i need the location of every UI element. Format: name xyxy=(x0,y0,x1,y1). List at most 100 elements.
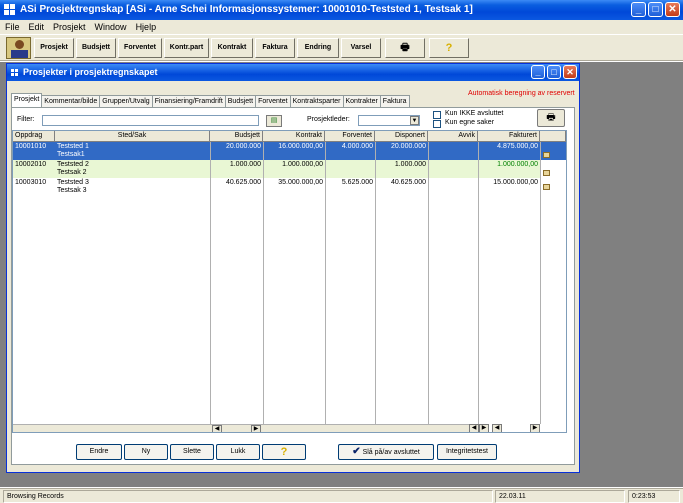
cell-disponert: 20.000.000 xyxy=(390,143,426,150)
printer-icon: 🖶 xyxy=(400,42,410,53)
slette-button[interactable]: Slette xyxy=(170,444,214,460)
col-forventet[interactable]: Forventet xyxy=(325,131,375,142)
app-logo-icon xyxy=(6,37,31,59)
cell-avvik xyxy=(428,160,478,178)
panel-print-button[interactable]: 🖶 xyxy=(537,109,565,127)
child-minimize-button[interactable]: _ xyxy=(531,65,545,79)
col-budsjett[interactable]: Budsjett xyxy=(210,131,263,142)
tab-grupper[interactable]: Grupper/Utvalg xyxy=(99,95,153,107)
cell-disponert: 40.625.000 xyxy=(390,179,426,186)
scroll-right-icon[interactable]: ▶ xyxy=(479,424,489,432)
lukk-button[interactable]: Lukk xyxy=(216,444,260,460)
app-grid-icon xyxy=(4,4,16,16)
cell-fakturert: 1.000.000,00 xyxy=(497,161,538,168)
table-row[interactable]: 10003010 Teststed 3 Testsak 3 40.625.000 … xyxy=(13,178,566,196)
maximize-button[interactable]: □ xyxy=(648,2,663,17)
filter-apply-button[interactable]: ▤ xyxy=(266,115,282,127)
cell-note xyxy=(540,178,566,196)
chk-own-cases-label: Kun egne saker xyxy=(445,119,495,126)
projectleader-select[interactable]: ▼ xyxy=(358,115,420,126)
col-fakturert[interactable]: Fakturert xyxy=(478,131,540,142)
table-row[interactable]: 10002010 Teststed 2 Testsak 2 1.000.000 1… xyxy=(13,160,566,178)
menu-prosjekt[interactable]: Prosjekt xyxy=(53,22,86,32)
endre-button[interactable]: Endre xyxy=(76,444,122,460)
note-icon[interactable] xyxy=(543,152,550,158)
col-sted-sak[interactable]: Sted/Sak xyxy=(55,131,210,142)
scroll-left-icon[interactable]: ◀ xyxy=(469,424,479,432)
projectleader-label: Prosjektleder: xyxy=(307,116,350,123)
col-oppdrag[interactable]: Oppdrag xyxy=(13,131,55,142)
grid-header: Oppdrag Sted/Sak Budsjett Kontrakt Forve… xyxy=(13,131,566,142)
toolbar-kontrakt-button[interactable]: Kontrakt xyxy=(211,38,253,58)
tab-kontrakter[interactable]: Kontrakter xyxy=(342,95,381,107)
status-bar: Browsing Records 22.03.11 0:23:53 xyxy=(0,488,683,503)
toolbar-kontrpart-button[interactable]: Kontr.part xyxy=(164,38,209,58)
col-disponert[interactable]: Disponert xyxy=(375,131,428,142)
menu-window[interactable]: Window xyxy=(95,22,127,32)
filter-input[interactable] xyxy=(42,115,259,126)
col-note xyxy=(540,131,566,142)
tab-faktura[interactable]: Faktura xyxy=(379,95,410,107)
grid-divider xyxy=(210,142,211,424)
menu-hjelp[interactable]: Hjelp xyxy=(136,22,157,32)
close-icon: ✕ xyxy=(668,3,677,15)
note-icon[interactable] xyxy=(543,170,550,176)
scroll-left-icon[interactable]: ◀ xyxy=(212,425,222,432)
printer-icon: 🖶 xyxy=(546,112,556,123)
scroll-left-icon[interactable]: ◀ xyxy=(492,424,502,432)
app-title-bar[interactable]: ASi Prosjektregnskap [ASi - Arne Schei I… xyxy=(0,0,683,20)
toolbar-prosjekt-button[interactable]: Prosjekt xyxy=(34,38,74,58)
child-close-button[interactable]: ✕ xyxy=(563,65,577,79)
chk-own-cases[interactable] xyxy=(433,120,441,128)
cell-avvik xyxy=(428,178,478,196)
project-window-title: Prosjekter i prosjektregnskapet xyxy=(23,67,158,77)
cell-forventet: 4.000.000 xyxy=(341,143,373,150)
menu-file[interactable]: File xyxy=(5,22,20,32)
close-button[interactable]: ✕ xyxy=(665,2,680,17)
menu-edit[interactable]: Edit xyxy=(29,22,45,32)
close-icon: ✕ xyxy=(566,66,574,77)
project-window-title-bar[interactable]: Prosjekter i prosjektregnskapet _ □ ✕ xyxy=(7,64,579,81)
scroll-right-icon[interactable]: ▶ xyxy=(251,425,261,432)
cell-kontrakt: 35.000.000,00 xyxy=(278,179,323,186)
help-button[interactable]: ? xyxy=(262,444,306,460)
tab-budsjett[interactable]: Budsjett xyxy=(224,95,257,107)
toggle-closed-button[interactable]: ✔ Slå på/av avsluttet xyxy=(338,444,434,460)
toolbar-help-button[interactable]: ? xyxy=(429,38,469,58)
window-grid-icon xyxy=(11,69,19,76)
minimize-button[interactable]: _ xyxy=(631,2,646,17)
scroll-right-icon[interactable]: ▶ xyxy=(530,424,540,432)
toolbar-endring-button[interactable]: Endring xyxy=(297,38,339,58)
tab-prosjekt[interactable]: Prosjekt xyxy=(11,93,43,107)
menu-bar: File Edit Prosjekt Window Hjelp xyxy=(0,20,683,34)
cell-sted-sak: Teststed 3 Testsak 3 xyxy=(57,179,89,194)
toolbar-budsjett-button[interactable]: Budsjett xyxy=(76,38,116,58)
tab-kontraktsparter[interactable]: Kontraktsparter xyxy=(289,95,344,107)
status-time: 0:23:53 xyxy=(628,490,680,503)
note-icon[interactable] xyxy=(543,184,550,190)
grid-hscroll-mid[interactable]: ◀ ▶ xyxy=(210,424,263,432)
col-avvik[interactable]: Avvik xyxy=(428,131,478,142)
table-row[interactable]: 10001010 Teststed 1 Testsak1 20.000.000 1… xyxy=(13,142,566,160)
toolbar-varsel-button[interactable]: Varsel xyxy=(341,38,381,58)
chevron-down-icon[interactable]: ▼ xyxy=(410,116,419,125)
tab-finansiering[interactable]: Finansiering/Framdrift xyxy=(151,95,226,107)
ny-button[interactable]: Ny xyxy=(124,444,168,460)
grid-hscroll-right[interactable]: ◀ ▶ ◀ ▶ xyxy=(428,424,540,432)
tab-forventet[interactable]: Forventet xyxy=(255,95,291,107)
status-date: 22.03.11 xyxy=(495,490,625,503)
cell-note xyxy=(540,142,566,160)
chk-not-closed-label: Kun IKKE avsluttet xyxy=(445,110,504,117)
tab-strip: Prosjekt Kommentar/bilde Grupper/Utvalg … xyxy=(11,93,410,107)
toolbar-print-button[interactable]: 🖶 xyxy=(385,38,425,58)
col-kontrakt[interactable]: Kontrakt xyxy=(263,131,325,142)
cell-forventet xyxy=(325,160,375,178)
toolbar-faktura-button[interactable]: Faktura xyxy=(255,38,295,58)
tab-kommentar[interactable]: Kommentar/bilde xyxy=(41,95,101,107)
grid-hscroll-left[interactable] xyxy=(13,424,210,432)
chk-not-closed[interactable] xyxy=(433,111,441,119)
cell-budsjett: 40.625.000 xyxy=(225,179,261,186)
toolbar-forventet-button[interactable]: Forventet xyxy=(118,38,162,58)
child-maximize-button[interactable]: □ xyxy=(547,65,561,79)
integrity-test-button[interactable]: Integritetstest xyxy=(437,444,497,460)
